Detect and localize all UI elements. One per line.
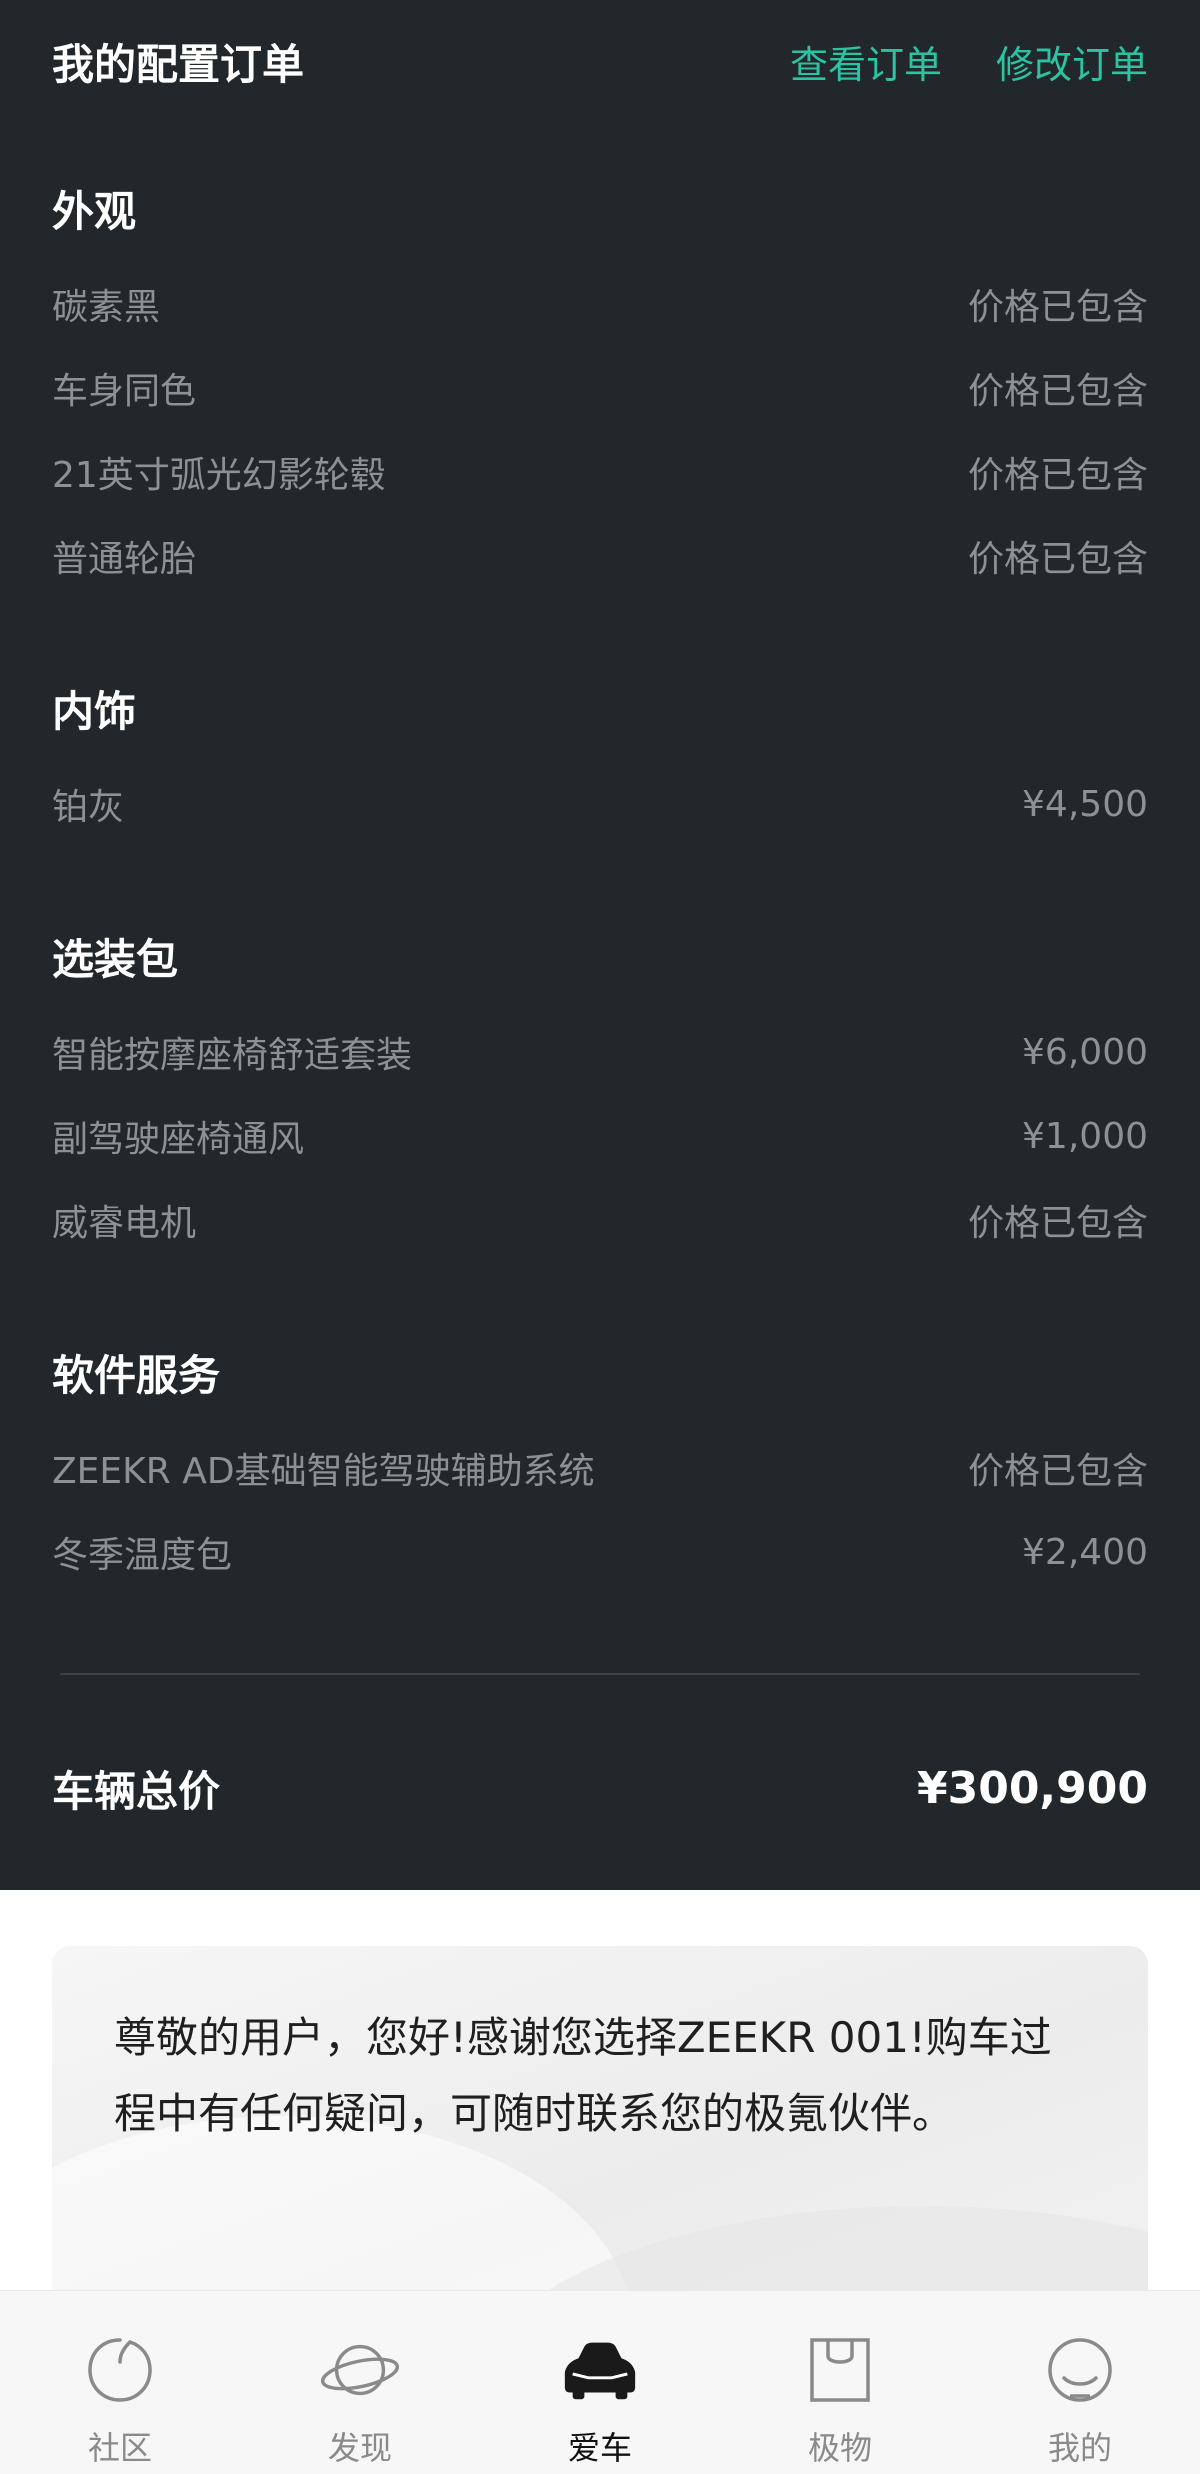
item-price: 价格已包含 [967,455,1148,496]
item-name: 普通轮胎 [52,539,197,580]
item-name: 21英寸弧光幻影轮毂 [52,455,386,496]
edit-order-link[interactable]: 修改订单 [996,34,1148,89]
tab-label: 我的 [1047,2429,1112,2467]
section-interior: 内饰 铂灰 ¥4,500 [52,682,1148,846]
section-exterior: 外观 碳素黑 价格已包含 车身同色 价格已包含 21英寸弧光幻影轮毂 价格已包含… [52,182,1148,598]
header: 我的配置订单 查看订单 修改订单 [52,30,1148,92]
header-actions: 查看订单 修改订单 [790,34,1148,89]
tab-discover[interactable]: 发现 [240,2291,480,2474]
item-name: 副驾驶座椅通风 [52,1119,305,1160]
item-name: 铂灰 [52,787,125,828]
item-price: 价格已包含 [967,371,1148,412]
item-price: ¥1,000 [1022,1115,1148,1157]
item-name: 碳素黑 [52,287,161,328]
planet-icon [319,2329,401,2411]
item-price: 价格已包含 [967,539,1148,580]
total-label: 车辆总价 [52,1766,221,1816]
tab-label: 极物 [807,2429,872,2467]
tab-my-car[interactable]: 爱车 [480,2291,720,2474]
page-title: 我的配置订单 [52,39,305,89]
car-icon [559,2329,641,2411]
item-name: 智能按摩座椅舒适套装 [52,1035,413,1076]
view-order-link[interactable]: 查看订单 [790,34,942,89]
notice-text: 尊敬的用户，您好!感谢您选择ZEEKR 001!购车过程中有任何疑问，可随时联系… [114,2013,1052,2138]
list-item: 副驾驶座椅通风 ¥1,000 [52,1094,1148,1178]
section-title: 选装包 [52,935,179,984]
bottom-tab-bar: 社区 发现 爱车 极物 我的 [0,2290,1200,2474]
tab-label: 发现 [327,2429,392,2467]
list-item: 车身同色 价格已包含 [52,346,1148,430]
order-summary-panel: 我的配置订单 查看订单 修改订单 外观 碳素黑 价格已包含 车身同色 价格已包含… [0,0,1200,1890]
list-item: 冬季温度包 ¥2,400 [52,1510,1148,1594]
list-item: 智能按摩座椅舒适套装 ¥6,000 [52,1010,1148,1094]
tab-label: 爱车 [567,2429,632,2467]
total-price-row: 车辆总价 ¥300,900 [52,1752,1148,1824]
list-item: 普通轮胎 价格已包含 [52,514,1148,598]
item-price: 价格已包含 [967,287,1148,328]
section-title: 软件服务 [52,1351,221,1400]
shopping-bag-icon [799,2329,881,2411]
item-name: ZEEKR AD基础智能驾驶辅助系统 [52,1451,595,1492]
section-software-services: 软件服务 ZEEKR AD基础智能驾驶辅助系统 价格已包含 冬季温度包 ¥2,4… [52,1346,1148,1594]
item-name: 威睿电机 [52,1203,197,1244]
section-option-packages: 选装包 智能按摩座椅舒适套装 ¥6,000 副驾驶座椅通风 ¥1,000 威睿电… [52,930,1148,1262]
list-item: 铂灰 ¥4,500 [52,762,1148,846]
list-item: 碳素黑 价格已包含 [52,262,1148,346]
tab-label: 社区 [87,2429,152,2467]
item-price: 价格已包含 [967,1203,1148,1244]
list-item: 21英寸弧光幻影轮毂 价格已包含 [52,430,1148,514]
list-item: ZEEKR AD基础智能驾驶辅助系统 价格已包含 [52,1426,1148,1510]
tab-store[interactable]: 极物 [720,2291,960,2474]
item-price: ¥4,500 [1022,783,1148,825]
item-name: 车身同色 [52,371,197,412]
divider [60,1673,1140,1675]
section-title: 内饰 [52,687,137,736]
item-price: ¥6,000 [1022,1031,1148,1073]
community-icon [79,2329,161,2411]
section-title: 外观 [52,187,137,236]
item-price: ¥2,400 [1022,1531,1148,1573]
profile-icon [1039,2329,1121,2411]
item-name: 冬季温度包 [52,1535,233,1576]
tab-profile[interactable]: 我的 [960,2291,1200,2474]
tab-community[interactable]: 社区 [0,2291,240,2474]
total-value: ¥300,900 [916,1762,1148,1814]
item-price: 价格已包含 [967,1451,1148,1492]
list-item: 威睿电机 价格已包含 [52,1178,1148,1262]
